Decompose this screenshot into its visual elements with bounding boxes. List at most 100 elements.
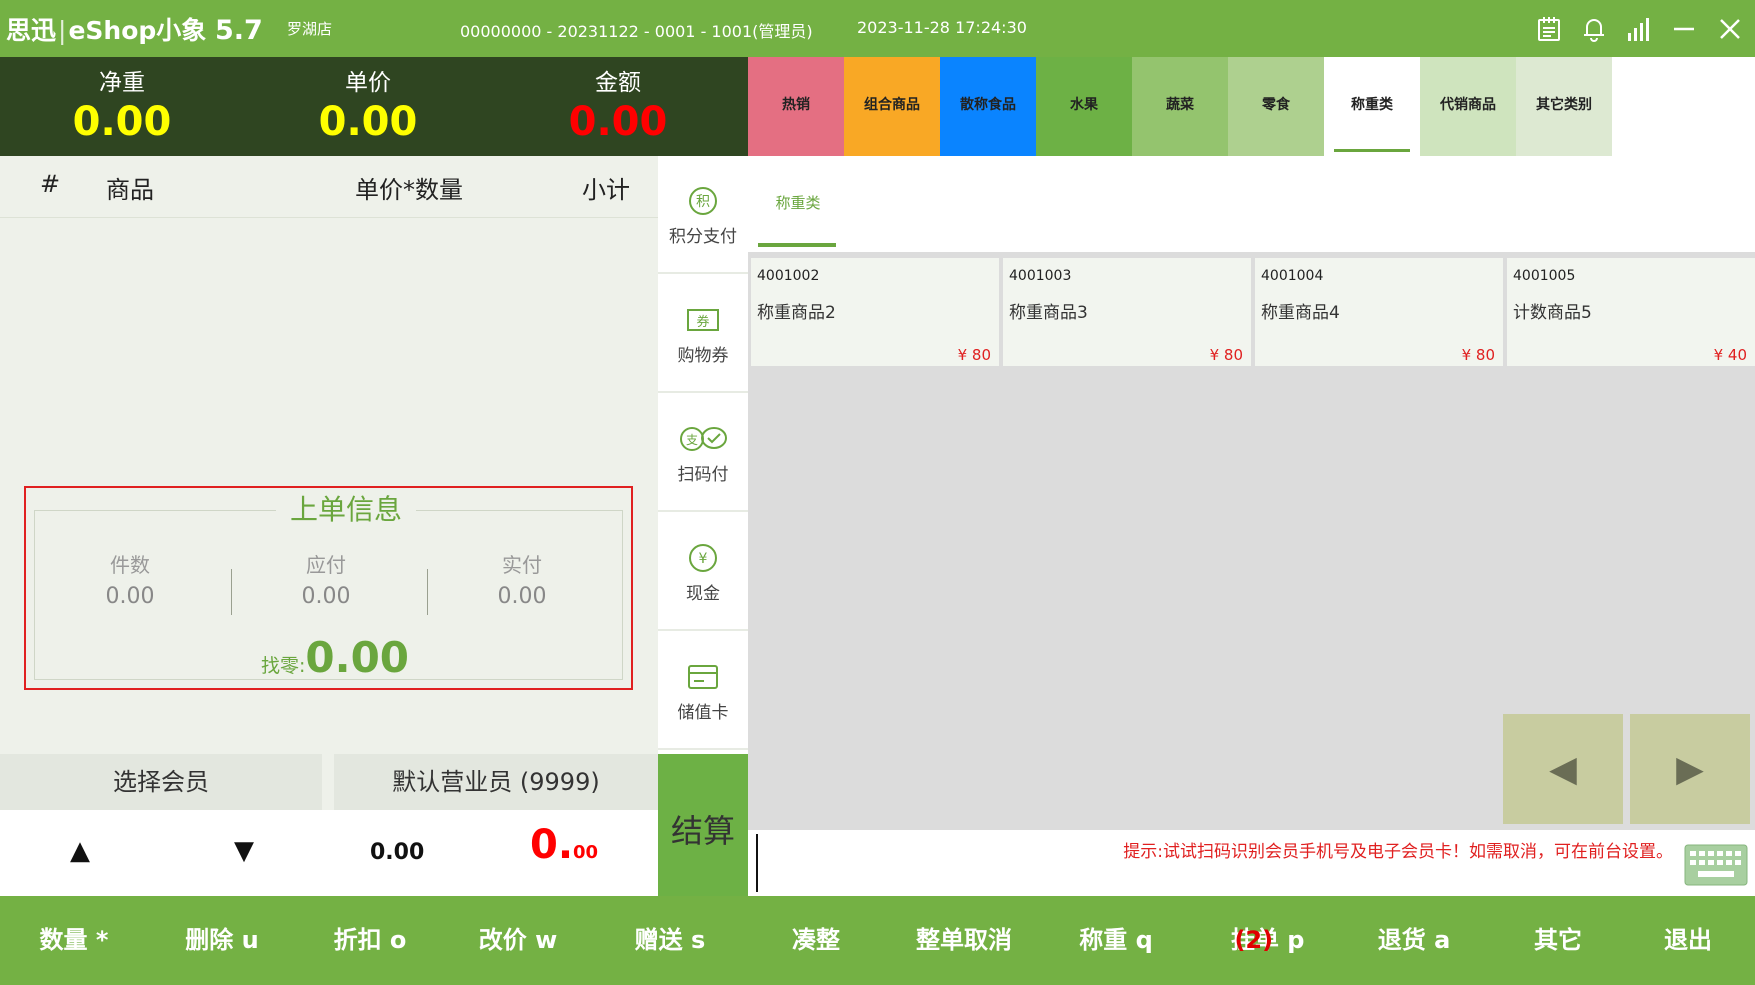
change-label: 找零: [261, 655, 306, 677]
category-consignment[interactable]: 代销商品 [1420, 57, 1516, 156]
product-code: 4001002 [757, 268, 820, 284]
cash-icon: ¥ [658, 541, 748, 575]
pay-points-button[interactable]: 积 积分支付 [658, 156, 748, 274]
category-vegetable[interactable]: 蔬菜 [1132, 57, 1228, 156]
category-hot[interactable]: 热销 [748, 57, 844, 156]
checkout-button[interactable]: 结算 [658, 754, 748, 896]
product-name: 称重商品4 [1261, 303, 1340, 323]
payable-label: 应付 [306, 553, 346, 577]
pay-coupon-button[interactable]: 券 购物券 [658, 275, 748, 393]
total-quantity: 0.00 [370, 840, 425, 865]
terminal-info: 00000000 - 20231122 - 0001 - 1001(管理员) [460, 22, 813, 41]
fn-weigh-button[interactable]: 称重 q [1042, 896, 1190, 985]
fn-quantity-button[interactable]: 数量 * [0, 896, 148, 985]
pay-stored-card-label: 储值卡 [677, 703, 729, 723]
header-product: 商品 [106, 176, 154, 204]
fn-hold-order-button[interactable]: 挂单 p(2) [1188, 896, 1336, 985]
fn-gift-button[interactable]: 赠送 s [596, 896, 744, 985]
hint-text: 提示:试试扫码识别会员手机号及电子会员卡！如需取消，可在前台设置。 [1123, 842, 1673, 862]
page-next-button[interactable]: ▶ [1630, 714, 1750, 824]
fn-exit-button[interactable]: 退出 [1614, 896, 1755, 985]
product-name: 称重商品2 [757, 303, 836, 323]
page-prev-button[interactable]: ◀ [1503, 714, 1623, 824]
fn-cancel-order-button[interactable]: 整单取消 [890, 896, 1038, 985]
held-count-badge: (2) [1234, 926, 1274, 954]
product-price: ¥ 80 [957, 346, 991, 364]
paid-label: 实付 [502, 553, 542, 577]
pay-stored-card-button[interactable]: 储值卡 [658, 632, 748, 750]
category-bulk-food[interactable]: 散称食品 [940, 57, 1036, 156]
pay-scan-button[interactable]: 支 扫码付 [658, 394, 748, 512]
category-weighed[interactable]: 称重类 [1324, 57, 1420, 156]
product-card[interactable]: 4001005 计数商品5 ¥ 40 [1507, 258, 1755, 366]
amount-label: 金额 [595, 70, 641, 96]
category-fruit[interactable]: 水果 [1036, 57, 1132, 156]
product-price: ¥ 80 [1209, 346, 1243, 364]
fn-return-button[interactable]: 退货 a [1340, 896, 1488, 985]
total-amount-int: 0. [530, 822, 574, 868]
pay-cash-label: 现金 [686, 584, 720, 604]
app-name: eShop小象 [68, 16, 207, 45]
count-label: 件数 [110, 553, 150, 577]
header-price-qty: 单价*数量 [355, 176, 463, 204]
summary-paid: 实付 0.00 [427, 549, 617, 609]
brand-name: 思迅 [6, 16, 57, 45]
change-value: 0.00 [305, 633, 410, 682]
fn-delete-button[interactable]: 删除 u [148, 896, 296, 985]
product-card[interactable]: 4001002 称重商品2 ¥ 80 [751, 258, 999, 366]
product-card[interactable]: 4001004 称重商品4 ¥ 80 [1255, 258, 1503, 366]
subcategory-active-indicator [758, 243, 836, 247]
bell-icon[interactable] [1575, 10, 1613, 48]
clipboard-icon[interactable] [1530, 10, 1568, 48]
cart-totals: ▲ ▼ 0.00 0.00 [0, 810, 658, 896]
scale-display: 净重 0.00 单价 0.00 金额 0.00 [0, 57, 748, 156]
amount: 金额 0.00 [518, 57, 718, 145]
minimize-icon[interactable] [1665, 10, 1703, 48]
header-subtotal: 小计 [582, 176, 630, 204]
category-tabs: 热销 组合商品 散称食品 水果 蔬菜 零食 称重类 代销商品 其它类别 [748, 57, 1755, 156]
svg-text:¥: ¥ [699, 551, 708, 567]
unit-price-value: 0.00 [318, 99, 418, 145]
last-order-summary: 件数 0.00 应付 0.00 实付 0.00 找零:0.00 上单信息 [24, 486, 633, 690]
product-code: 4001005 [1513, 268, 1576, 284]
total-amount-dec: 00 [573, 842, 599, 863]
scroll-up-icon[interactable]: ▲ [70, 836, 90, 866]
scan-pay-icon: 支 [658, 422, 748, 456]
stored-card-icon [658, 660, 748, 694]
category-combo[interactable]: 组合商品 [844, 57, 940, 156]
pay-cash-button[interactable]: ¥ 现金 [658, 513, 748, 631]
fn-discount-button[interactable]: 折扣 o [296, 896, 444, 985]
scroll-down-icon[interactable]: ▼ [234, 836, 254, 866]
select-member-button[interactable]: 选择会员 [0, 754, 322, 810]
barcode-input-bar[interactable]: 提示:试试扫码识别会员手机号及电子会员卡！如需取消，可在前台设置。 [748, 830, 1755, 896]
summary-count: 件数 0.00 [35, 549, 225, 609]
store-name: 罗湖店 [287, 20, 333, 38]
datetime: 2023-11-28 17:24:30 [857, 18, 1027, 37]
paid-value: 0.00 [497, 584, 547, 609]
keyboard-icon[interactable] [1684, 844, 1748, 890]
change-due: 找零:0.00 [261, 633, 409, 682]
close-icon[interactable] [1711, 10, 1749, 48]
app-version: 5.7 [215, 15, 263, 46]
subcategory-weighed[interactable]: 称重类 [758, 192, 838, 213]
product-card[interactable]: 4001003 称重商品3 ¥ 80 [1003, 258, 1251, 366]
net-weight: 净重 0.00 [22, 57, 222, 145]
pay-coupon-label: 购物券 [677, 346, 729, 366]
summary-payable: 应付 0.00 [231, 549, 421, 609]
pay-scan-label: 扫码付 [677, 465, 729, 485]
clerk-button[interactable]: 默认营业员 (9999) [334, 754, 658, 810]
subcategory-tabs: 称重类 [748, 156, 1755, 252]
signal-icon [1620, 10, 1658, 48]
category-snack[interactable]: 零食 [1228, 57, 1324, 156]
fn-round-button[interactable]: 凑整 [742, 896, 890, 985]
category-other[interactable]: 其它类别 [1516, 57, 1612, 156]
summary-frame: 件数 0.00 应付 0.00 实付 0.00 找零:0.00 [34, 510, 623, 682]
coupon-icon: 券 [658, 303, 748, 337]
payment-methods: 积 积分支付 券 购物券 支 扫码付 ¥ 现金 储值卡 [658, 156, 748, 754]
product-code: 4001004 [1261, 268, 1324, 284]
fn-other-button[interactable]: 其它 [1484, 896, 1632, 985]
product-code: 4001003 [1009, 268, 1072, 284]
input-caret [756, 834, 758, 892]
net-weight-label: 净重 [99, 70, 145, 96]
fn-change-price-button[interactable]: 改价 w [444, 896, 592, 985]
